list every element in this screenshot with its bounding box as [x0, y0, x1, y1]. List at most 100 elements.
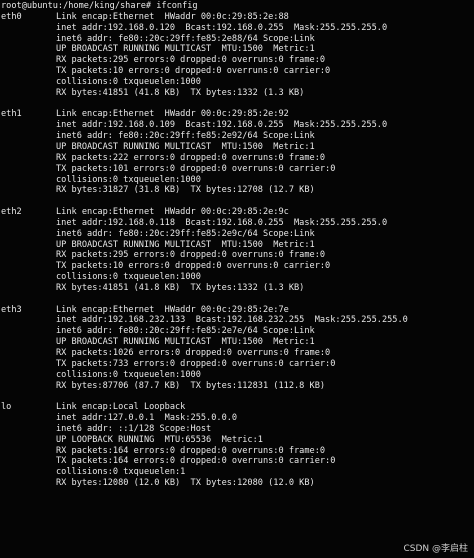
interface-detail-line: UP BROADCAST RUNNING MULTICAST MTU:1500 …	[56, 239, 315, 250]
interface-detail-line: inet addr:127.0.0.1 Mask:255.0.0.0	[56, 413, 238, 424]
interface-row: RX bytes:41851 (41.8 KB) TX bytes:1332 (…	[0, 283, 474, 294]
interface-detail-line: inet addr:192.168.0.118 Bcast:192.168.0.…	[56, 217, 388, 228]
interface-row: UP LOOPBACK RUNNING MTU:65536 Metric:1	[0, 435, 474, 446]
interface-row: inet6 addr: fe80::20c:29ff:fe85:2e9c/64 …	[0, 229, 474, 240]
interface-detail-line: inet6 addr: ::1/128 Scope:Host	[56, 423, 212, 434]
interface-row: RX packets:295 errors:0 dropped:0 overru…	[0, 55, 474, 66]
interface-detail-line: TX packets:10 errors:0 dropped:0 overrun…	[56, 261, 331, 272]
interface-detail-line: inet addr:192.168.0.120 Bcast:192.168.0.…	[56, 22, 388, 33]
interface-detail-line: collisions:0 txqueuelen:1	[56, 467, 186, 478]
interface-block-eth2: eth2 Link encap:Ethernet HWaddr 00:0c:29:…	[0, 207, 474, 294]
interface-row: inet6 addr: fe80::20c:29ff:fe85:2e7e/64 …	[0, 326, 474, 337]
interface-row: UP BROADCAST RUNNING MULTICAST MTU:1500 …	[0, 44, 474, 55]
interface-detail-line: inet addr:192.168.232.133 Bcast:192.168.…	[56, 315, 408, 326]
interface-detail-line: TX packets:10 errors:0 dropped:0 overrun…	[56, 66, 331, 77]
interface-detail-line: TX packets:164 errors:0 dropped:0 overru…	[56, 456, 336, 467]
terminal-window[interactable]: root@ubuntu:/home/king/share# ifconfig e…	[0, 0, 474, 558]
interface-row: inet addr:127.0.0.1 Mask:255.0.0.0	[0, 413, 474, 424]
interface-name: eth1	[1, 109, 22, 120]
interface-name: eth0	[1, 11, 22, 22]
interface-detail-line: collisions:0 txqueuelen:1000	[56, 174, 201, 185]
interface-detail-line: RX bytes:12080 (12.0 KB) TX bytes:12080 …	[56, 478, 315, 489]
interface-detail-line: inet6 addr: fe80::20c:29ff:fe85:2e9c/64 …	[56, 228, 315, 239]
interface-row: UP BROADCAST RUNNING MULTICAST MTU:1500 …	[0, 337, 474, 348]
interface-detail-line: RX bytes:41851 (41.8 KB) TX bytes:1332 (…	[56, 87, 305, 98]
interface-detail-line: RX bytes:31827 (31.8 KB) TX bytes:12708 …	[56, 185, 315, 196]
interface-row: inet6 addr: fe80::20c:29ff:fe85:2e88/64 …	[0, 34, 474, 45]
interface-row: collisions:0 txqueuelen:1000	[0, 77, 474, 88]
interface-detail-line: collisions:0 txqueuelen:1000	[56, 76, 201, 87]
interface-row: TX packets:101 errors:0 dropped:0 overru…	[0, 164, 474, 175]
interface-row: UP BROADCAST RUNNING MULTICAST MTU:1500 …	[0, 240, 474, 251]
interface-row: RX bytes:31827 (31.8 KB) TX bytes:12708 …	[0, 185, 474, 196]
interface-detail-line: RX bytes:87706 (87.7 KB) TX bytes:112831…	[56, 380, 326, 391]
interface-detail-line: RX packets:1026 errors:0 dropped:0 overr…	[56, 348, 331, 358]
interface-name: eth3	[1, 304, 22, 315]
interface-row: inet6 addr: ::1/128 Scope:Host	[0, 424, 474, 435]
interface-detail-line: RX packets:295 errors:0 dropped:0 overru…	[56, 250, 326, 261]
interface-row: inet addr:192.168.0.120 Bcast:192.168.0.…	[0, 23, 474, 34]
interface-detail-line: collisions:0 txqueuelen:1000	[56, 272, 201, 283]
interface-row: inet addr:192.168.232.133 Bcast:192.168.…	[0, 315, 474, 326]
interface-detail-line: inet6 addr: fe80::20c:29ff:fe85:2e92/64 …	[56, 131, 315, 142]
interface-row: TX packets:10 errors:0 dropped:0 overrun…	[0, 66, 474, 77]
interface-detail-line: RX bytes:41851 (41.8 KB) TX bytes:1332 (…	[56, 282, 305, 293]
interface-detail-line: UP LOOPBACK RUNNING MTU:65536 Metric:1	[56, 434, 263, 445]
interface-row: collisions:0 txqueuelen:1000	[0, 175, 474, 186]
interface-detail-line: UP BROADCAST RUNNING MULTICAST MTU:1500 …	[56, 141, 315, 152]
interface-block-lo: lo Link encap:Local Loopback inet addr:127…	[0, 402, 474, 489]
interface-detail-line: RX packets:164 errors:0 dropped:0 overru…	[56, 445, 326, 456]
interface-detail-line: Link encap:Ethernet HWaddr 00:0c:29:85:2…	[56, 109, 289, 120]
interface-row: collisions:0 txqueuelen:1000	[0, 370, 474, 381]
interface-row: RX packets:1026 errors:0 dropped:0 overr…	[0, 348, 474, 359]
interface-detail-line: collisions:0 txqueuelen:1000	[56, 369, 201, 380]
interface-block-eth1: eth1 Link encap:Ethernet HWaddr 00:0c:29:…	[0, 109, 474, 196]
interface-row: collisions:0 txqueuelen:1000	[0, 272, 474, 283]
interface-detail-line: UP BROADCAST RUNNING MULTICAST MTU:1500 …	[56, 337, 315, 348]
interface-detail-line: RX packets:222 errors:0 dropped:0 overru…	[56, 152, 326, 163]
interface-block-eth3: eth3 Link encap:Ethernet HWaddr 00:0c:29:…	[0, 305, 474, 392]
interface-detail-line: TX packets:733 errors:0 dropped:0 overru…	[56, 358, 336, 369]
interface-row: RX bytes:12080 (12.0 KB) TX bytes:12080 …	[0, 478, 474, 489]
interface-row: TX packets:10 errors:0 dropped:0 overrun…	[0, 261, 474, 272]
interface-row: inet addr:192.168.0.118 Bcast:192.168.0.…	[0, 218, 474, 229]
interface-detail-line: inet6 addr: fe80::20c:29ff:fe85:2e88/64 …	[56, 33, 315, 44]
command-prompt: root@ubuntu:/home/king/share# ifconfig	[1, 1, 198, 11]
interface-detail-line: Link encap:Local Loopback	[56, 402, 186, 413]
interface-row: UP BROADCAST RUNNING MULTICAST MTU:1500 …	[0, 142, 474, 153]
interface-detail-line: UP BROADCAST RUNNING MULTICAST MTU:1500 …	[56, 44, 315, 55]
interface-row: inet addr:192.168.0.109 Bcast:192.168.0.…	[0, 120, 474, 131]
interface-detail-line: inet addr:192.168.0.109 Bcast:192.168.0.…	[56, 120, 388, 131]
interface-row: RX bytes:87706 (87.7 KB) TX bytes:112831…	[0, 381, 474, 392]
interface-detail-line: Link encap:Ethernet HWaddr 00:0c:29:85:2…	[56, 11, 289, 22]
interface-row: eth3 Link encap:Ethernet HWaddr 00:0c:29:…	[0, 305, 474, 316]
interface-row: inet6 addr: fe80::20c:29ff:fe85:2e92/64 …	[0, 131, 474, 142]
interface-detail-line: Link encap:Ethernet HWaddr 00:0c:29:85:2…	[56, 304, 289, 315]
interface-row: RX packets:222 errors:0 dropped:0 overru…	[0, 153, 474, 164]
